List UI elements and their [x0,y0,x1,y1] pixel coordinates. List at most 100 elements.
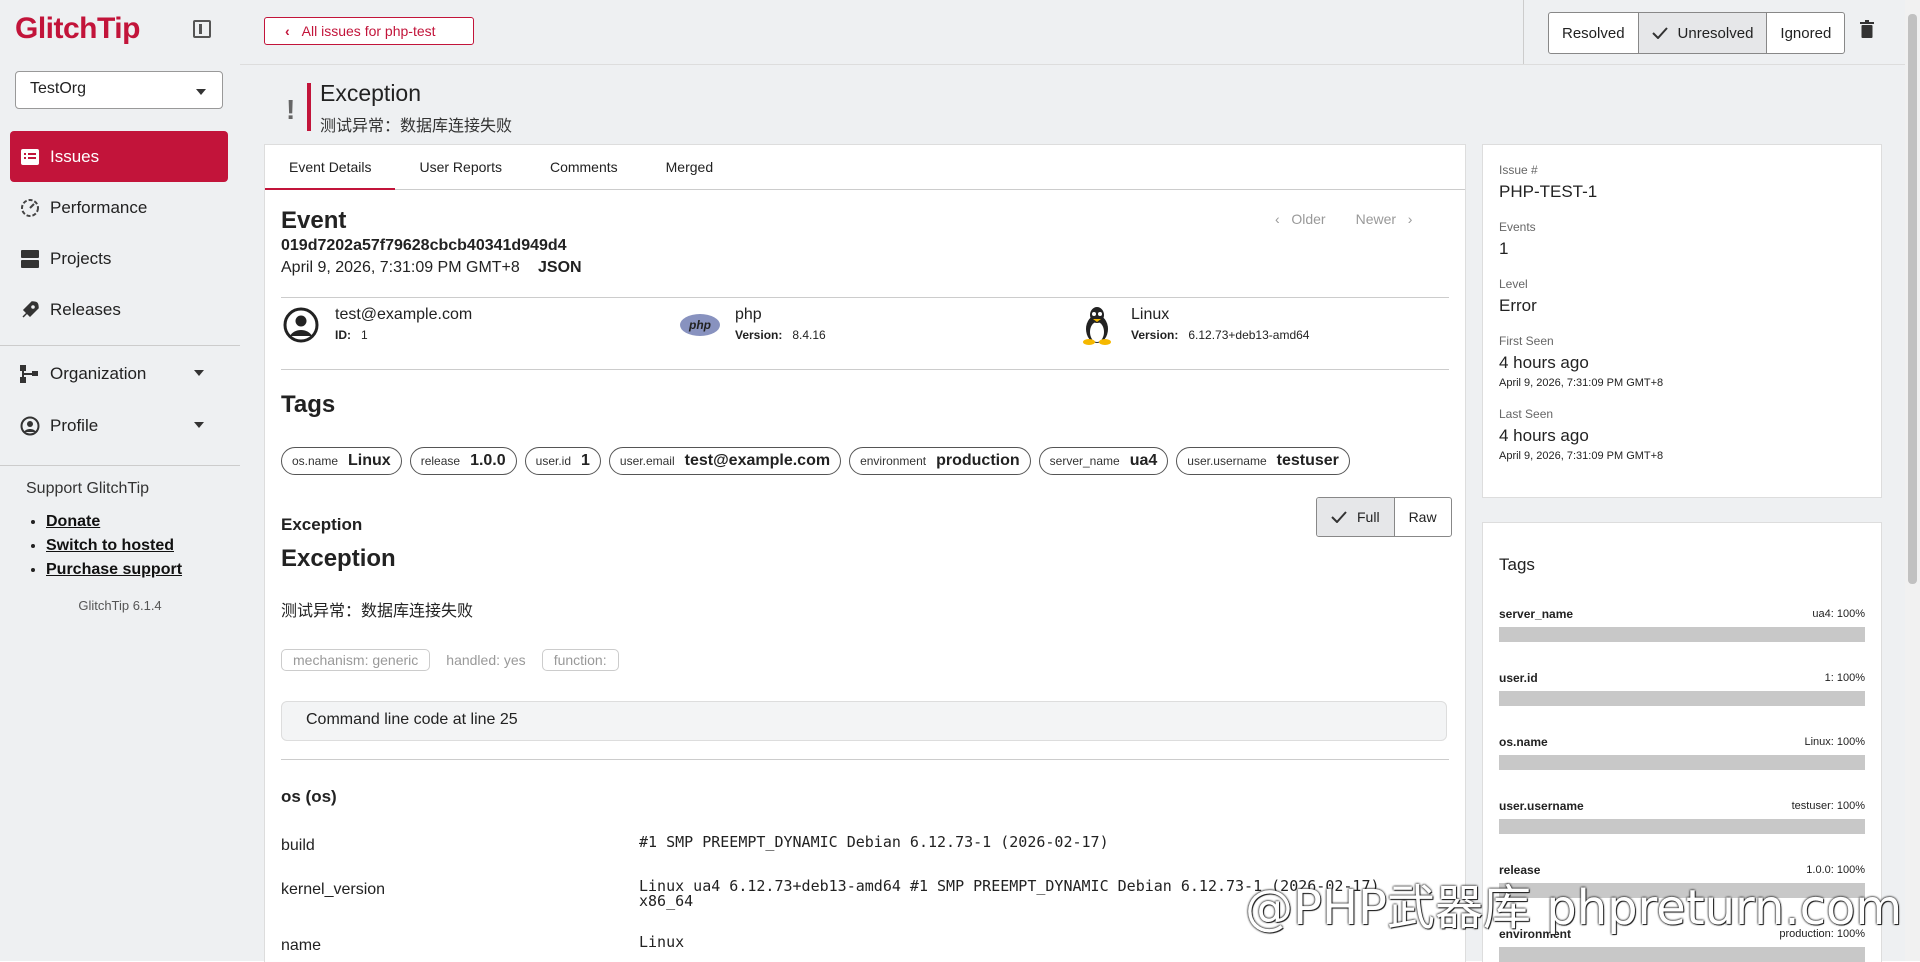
user-id-label: ID: [335,328,351,342]
full-button[interactable]: Full [1317,498,1395,536]
os-name: Linux [1131,306,1170,323]
chevron-down-icon [194,370,204,376]
tag-distribution-percent: Linux: 100% [1804,736,1865,748]
rocket-icon [20,300,40,320]
tag-distribution-bar[interactable] [1499,755,1865,770]
tag-pill[interactable]: environment production [849,447,1031,475]
tab-bar: Event Details User Reports Comments Merg… [265,145,1465,190]
sidebar: GlitchTip TestOrg Issues Performance Pro… [0,0,241,961]
tag-distribution-percent: testuser: 100% [1791,800,1865,812]
json-link[interactable]: JSON [538,259,582,277]
switch-to-hosted-link[interactable]: Switch to hosted [46,537,174,554]
context-value: Linux [639,933,685,951]
tag-distribution-name: user.username [1499,799,1584,813]
back-to-issues-button[interactable]: ‹ All issues for php-test [264,17,474,45]
events-count: 1 [1499,239,1509,258]
glitchtip-logo[interactable]: GlitchTip [15,12,140,46]
tag-value: 1.0.0 [470,452,506,469]
mechanism-badge: mechanism: generic [281,649,431,671]
status-toggle-group: Resolved Unresolved Ignored [1548,12,1846,54]
support-links: Donate Switch to hosted Purchase support [26,512,182,584]
context-key: kernel_version [281,881,386,898]
app-version: GlitchTip 6.1.4 [78,598,162,613]
user-context: test@example.com ID: 1 [281,305,472,345]
sidebar-item-organization[interactable]: Organization [10,348,228,399]
tag-list: os.name Linux release 1.0.0 user.id 1 user.… [281,447,1350,475]
tag-distribution-bar[interactable] [1499,691,1865,706]
tag-pill[interactable]: server_name ua4 [1038,447,1169,475]
os-version-label: Version: [1131,328,1179,342]
tag-pill[interactable]: user.email test@example.com [608,447,842,475]
older-label: Older [1291,211,1326,227]
tag-value: Linux [348,452,391,469]
performance-icon [20,198,40,218]
user-icon [281,305,321,345]
first-seen-relative: 4 hours ago [1499,353,1589,372]
org-select[interactable]: TestOrg [15,71,223,109]
full-label: Full [1357,509,1380,525]
tag-distribution-name: os.name [1499,735,1548,749]
event-id: 019d7202a57f79628cbcb40341d949d4 [281,237,567,254]
newer-button[interactable]: Newer › [1356,211,1413,227]
sidebar-item-projects[interactable]: Projects [10,233,228,284]
tag-key: user.username [1187,454,1267,468]
tag-distribution-bar[interactable] [1499,627,1865,642]
tag-distribution-percent: ua4: 100% [1812,608,1865,620]
handled-text: handled: yes [446,652,526,668]
support-title: Support GlitchTip [26,480,150,497]
tab-event-details[interactable]: Event Details [265,145,396,190]
issue-title: Exception [320,80,422,106]
exception-message: 测试异常：数据库连接失败 [281,603,474,620]
events-label: Events [1499,220,1536,234]
php-logo-icon: php [679,305,721,345]
scrollbar-thumb[interactable] [1908,14,1917,584]
sidebar-item-profile[interactable]: Profile [10,400,228,451]
topbar: ‹ All issues for php-test Resolved Unres… [240,0,1905,65]
tag-key: server_name [1049,454,1120,468]
os-context-heading: os (os) [281,787,337,806]
divider [1523,0,1524,64]
stack-frame[interactable]: Command line code at line 25 [281,701,1447,741]
exception-type: Exception [281,545,396,572]
tab-user-reports[interactable]: User Reports [395,145,525,189]
user-id: 1 [361,328,368,342]
tag-value: ua4 [1129,452,1158,469]
sidebar-item-issues[interactable]: Issues [10,131,228,182]
org-select-value: TestOrg [30,80,87,97]
tag-pill[interactable]: release 1.0.0 [409,447,517,475]
tag-value: production [936,452,1020,469]
tab-merged[interactable]: Merged [642,145,737,189]
tag-distribution-bar[interactable] [1499,819,1865,834]
donate-link[interactable]: Donate [46,513,100,530]
level-value: Error [1499,296,1537,315]
context-key: name [281,937,322,954]
ignored-button[interactable]: Ignored [1767,13,1844,53]
back-button-label: All issues for php-test [301,23,436,39]
runtime-context: php php Version: 8.4.16 [679,305,826,345]
trash-icon[interactable] [1860,20,1874,38]
sidebar-item-performance[interactable]: Performance [10,182,228,233]
tag-pill[interactable]: user.id 1 [524,447,601,475]
tag-distribution-bar[interactable] [1499,947,1865,962]
last-seen-date: April 9, 2026, 7:31:09 PM GMT+8 [1499,450,1664,462]
issue-number: PHP-TEST-1 [1499,182,1598,201]
raw-button[interactable]: Raw [1395,498,1451,536]
tag-pill[interactable]: user.username testuser [1176,447,1350,475]
tags-heading: Tags [281,391,336,418]
tag-distribution-name: server_name [1499,607,1574,621]
sidebar-collapse-icon[interactable] [193,20,211,38]
tag-pill[interactable]: os.name Linux [281,447,402,475]
tag-distribution-name: user.id [1499,671,1538,685]
unresolved-button[interactable]: Unresolved [1638,13,1768,53]
unresolved-label: Unresolved [1677,24,1754,42]
first-seen-date: April 9, 2026, 7:31:09 PM GMT+8 [1499,377,1664,389]
sidebar-item-label: Issues [50,146,100,166]
issue-summary-panel: Issue # PHP-TEST-1 Events 1 Level Error … [1482,144,1882,498]
tab-comments[interactable]: Comments [526,145,642,189]
purchase-support-link[interactable]: Purchase support [46,561,182,578]
php-logo-text: php [688,318,711,332]
resolved-button[interactable]: Resolved [1549,13,1639,53]
older-button[interactable]: ‹ Older [1275,211,1326,227]
sidebar-item-releases[interactable]: Releases [10,284,228,335]
context-value: #1 SMP PREEMPT_DYNAMIC Debian 6.12.73-1 … [639,833,1109,851]
